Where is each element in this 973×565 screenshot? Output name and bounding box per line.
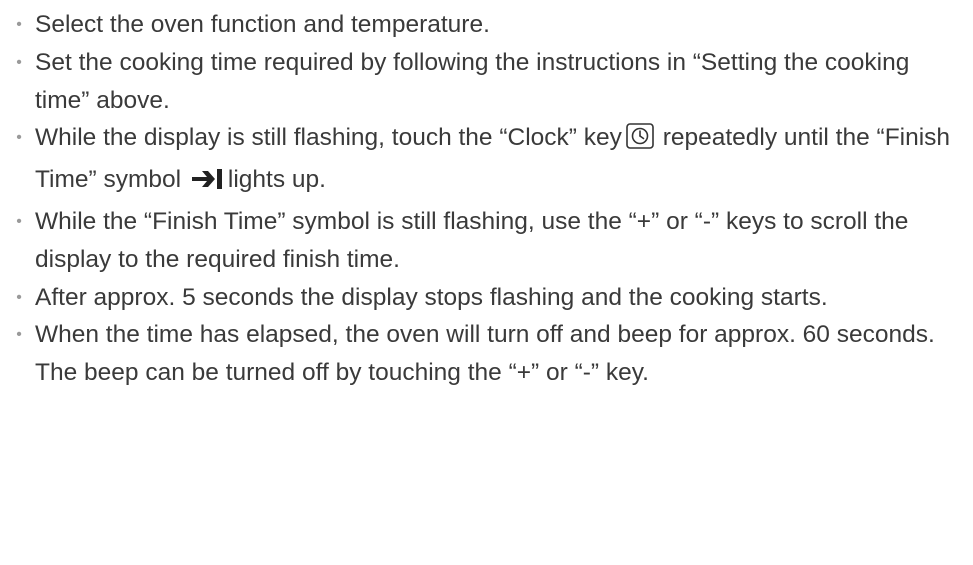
instruction-page: • Select the oven function and temperatu… xyxy=(0,0,973,565)
list-item: • Set the cooking time required by follo… xyxy=(16,44,970,120)
step-text: When the time has elapsed, the oven will… xyxy=(35,321,948,387)
bullet: • xyxy=(16,288,22,306)
step-text: Select the oven function and temperature… xyxy=(35,11,490,38)
finish-time-icon xyxy=(190,165,224,203)
step-text: Set the cooking time required by followi… xyxy=(35,48,910,114)
step-text: While the display is still flashing, tou… xyxy=(35,124,622,152)
list-item: • After approx. 5 seconds the display st… xyxy=(16,279,970,317)
step-text: While the “Finish Time” symbol is still … xyxy=(35,207,909,273)
bullet: • xyxy=(16,326,22,344)
list-item: • Select the oven function and temperatu… xyxy=(16,6,970,44)
bullet: • xyxy=(16,53,22,71)
clock-icon xyxy=(626,123,654,161)
step-text: lights up. xyxy=(227,166,326,194)
bullet: • xyxy=(16,212,22,230)
list-item: • While the display is still flashing, t… xyxy=(16,119,970,203)
instruction-list: • Select the oven function and temperatu… xyxy=(0,6,973,392)
list-item: • When the time has elapsed, the oven wi… xyxy=(16,316,970,392)
step-text: After approx. 5 seconds the display stop… xyxy=(35,283,828,311)
bullet: • xyxy=(16,129,22,147)
bullet: • xyxy=(16,16,22,33)
list-item: • While the “Finish Time” symbol is stil… xyxy=(16,203,970,279)
